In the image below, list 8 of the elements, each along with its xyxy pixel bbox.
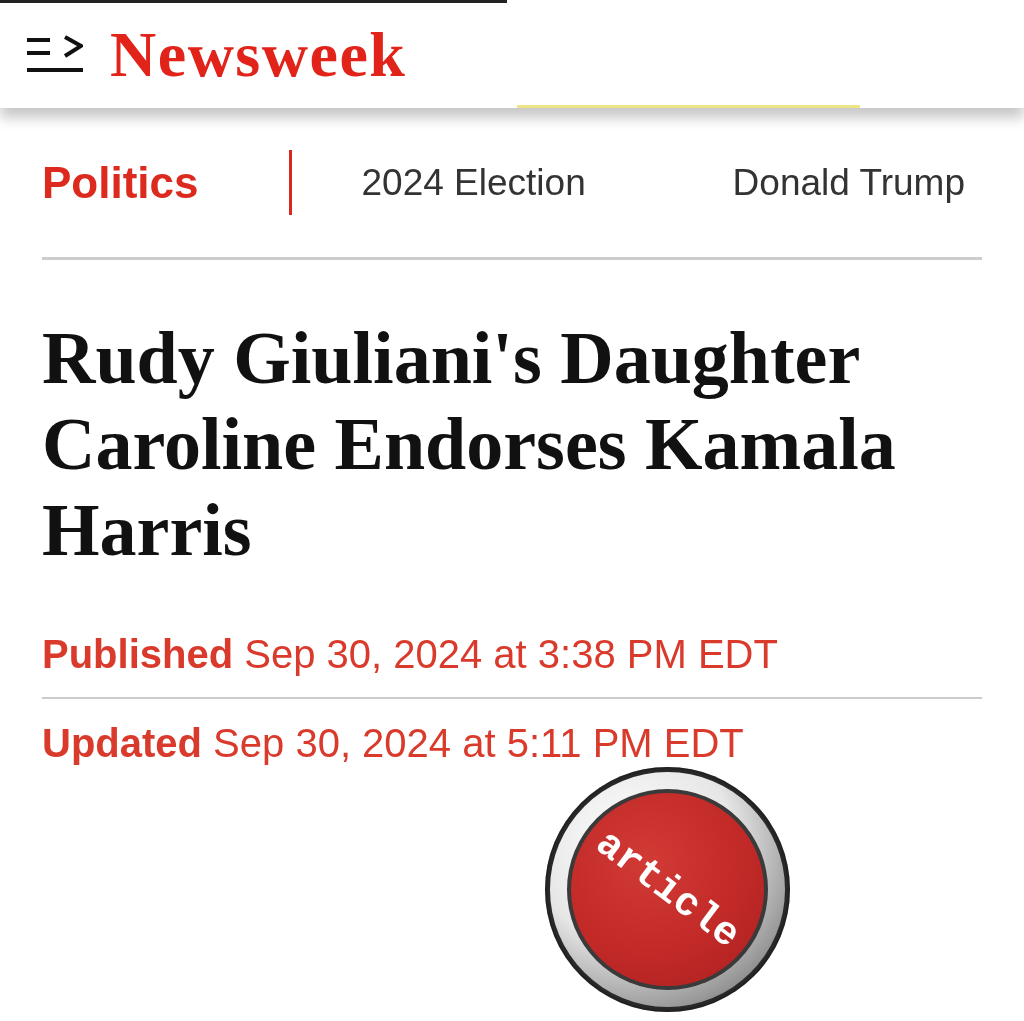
menu-icon[interactable] bbox=[27, 35, 83, 73]
nav-link[interactable]: Donald Trump bbox=[732, 164, 965, 201]
date-line: Updated Sep 30, 2024 at 5:11 PM EDT bbox=[42, 720, 745, 767]
nav-link[interactable]: Politics bbox=[42, 160, 199, 205]
nav-link[interactable]: 2024 Election bbox=[361, 164, 586, 201]
date-line: Published Sep 30, 2024 at 3:38 PM EDT bbox=[42, 631, 779, 678]
article-headline: Rudy Giuliani's Daughter Caroline Endorses Kamala Harris bbox=[42, 316, 897, 573]
site-logo[interactable]: Newsweek bbox=[110, 23, 407, 87]
